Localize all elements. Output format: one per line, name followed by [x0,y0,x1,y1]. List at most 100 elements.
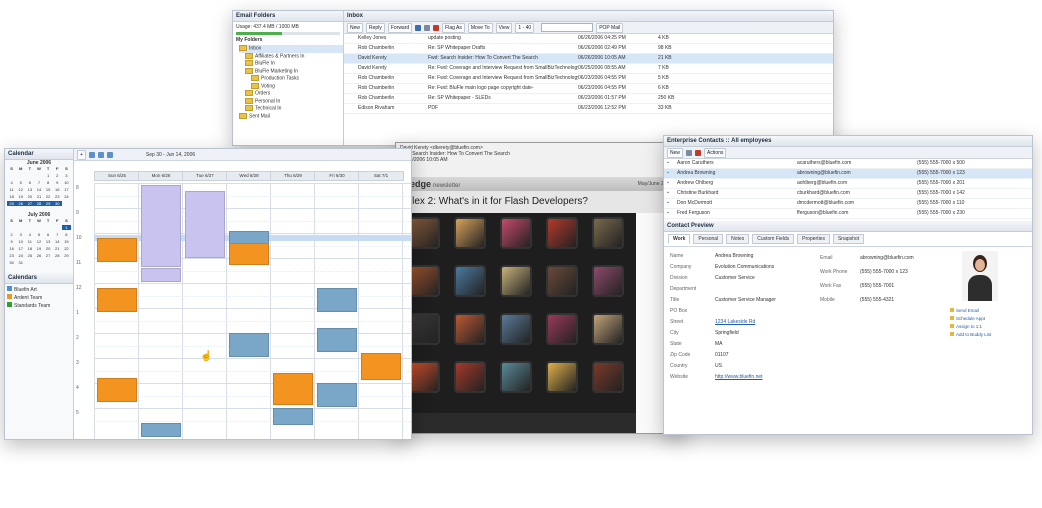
mini-day[interactable]: 3 [62,173,71,178]
newsletter-photo[interactable] [502,219,530,247]
message-row[interactable]: Rob Chamberlin Re: Fwd: Coverage and Inte… [344,74,833,84]
mini-day[interactable]: 10 [62,180,71,185]
calendar-event[interactable] [97,288,137,312]
mini-day[interactable]: 14 [53,239,62,244]
mini-day[interactable]: 24 [62,194,71,199]
message-row[interactable]: Kelley Jones update posting 06/26/2006 04:… [344,34,833,44]
mini-day[interactable]: 13 [44,239,53,244]
mini-day[interactable]: 24 [16,253,25,258]
mini-day[interactable]: 16 [7,246,16,251]
calendar-event[interactable] [361,353,401,380]
contact-row[interactable]: ▪ Don McDermott dmcdermott@bluefin.com (555… [664,199,1032,209]
actions-button[interactable]: Actions [704,147,727,158]
newsletter-photo[interactable] [594,315,622,343]
newsletter-photo[interactable] [548,267,576,295]
folder-item[interactable]: Technical In [239,105,343,113]
mini-day[interactable]: 27 [25,201,35,206]
contact-tab[interactable]: Properties [797,234,830,244]
contact-tab[interactable]: Personal [693,234,724,244]
contact-tab[interactable]: Custom Fields [752,234,795,244]
day-header[interactable]: Sun 6/25 [94,171,140,181]
mini-day[interactable]: 5 [16,180,25,185]
calendar-event[interactable] [141,268,181,282]
mini-day[interactable]: 15 [62,239,71,244]
mini-day[interactable]: 23 [53,194,62,199]
calendar-list-item[interactable]: Standards Team [7,302,71,310]
message-row[interactable]: Rob Chamberlin Re: Fwd: BluFle main logo … [344,84,833,94]
print-icon[interactable] [686,149,693,156]
folder-item[interactable]: Sent Mail [239,112,343,121]
newsletter-photo[interactable] [456,267,484,295]
day-header[interactable]: Thu 6/29 [270,171,316,181]
mini-day[interactable]: 23 [7,253,16,258]
calendar-event[interactable] [229,333,269,357]
newsletter-photo[interactable] [594,219,622,247]
email-toolbar-button[interactable]: Forward [387,22,413,33]
email-toolbar-button[interactable]: 1 - 40 [515,22,535,33]
newsletter-photo[interactable] [410,219,438,247]
folder-item[interactable]: BluFle In [239,60,343,68]
mini-day[interactable]: 28 [34,201,44,206]
new-appointment-button[interactable]: + [77,149,86,160]
day-header[interactable]: Wed 6/28 [226,171,272,181]
mini-day[interactable]: 13 [25,187,34,192]
mini-day[interactable]: 4 [7,180,16,185]
calendar-event[interactable] [273,373,313,405]
mini-day[interactable]: 8 [62,232,71,237]
folder-item[interactable]: Voting [239,82,343,91]
newsletter-photo[interactable] [548,363,576,391]
newsletter-photo[interactable] [594,363,622,391]
message-row[interactable]: Rob Chamberlin Re: SP Whitepaper - SLEDs 0… [344,94,833,104]
toolbar-icon[interactable] [415,24,422,31]
calendar-event[interactable] [317,328,357,352]
folder-item[interactable]: BluFle Marketing In [239,67,343,76]
mini-day[interactable]: 16 [53,187,62,192]
contact-row[interactable]: ▪ Andrew Ohlberg aohlberg@bluefin.com (555)… [664,179,1032,189]
mini-day[interactable]: 20 [25,194,34,199]
contact-tab[interactable]: Notes [726,234,750,244]
calendar-list-item[interactable]: Ardent Team [7,294,71,302]
search-input[interactable] [541,23,594,32]
day-header[interactable]: Tue 6/27 [182,171,228,181]
mini-day[interactable]: 7 [53,232,62,237]
mini-day[interactable]: 12 [34,239,43,244]
message-row[interactable]: David Kerety Re: Fwd: Coverage and Interv… [344,64,833,74]
mini-day[interactable]: 17 [16,246,25,251]
mini-day[interactable]: 29 [43,201,53,206]
contact-tab[interactable]: Work [668,234,691,244]
mini-day[interactable]: 1 [44,173,53,178]
calendar-event[interactable] [141,423,181,437]
calendar-event[interactable] [273,408,313,425]
mini-day[interactable]: 30 [52,201,62,206]
mini-day[interactable]: 19 [16,194,25,199]
mini-day[interactable]: 10 [16,239,25,244]
mini-day[interactable]: 18 [7,194,16,199]
calendar-event[interactable] [141,185,181,267]
email-toolbar-button[interactable]: POP Mail [596,22,624,33]
calendar-event[interactable] [97,378,137,402]
mini-day[interactable]: 22 [44,194,53,199]
mini-day[interactable]: 17 [62,187,71,192]
newsletter-photo[interactable] [456,219,484,247]
mini-day[interactable]: 21 [34,194,43,199]
mini-day[interactable]: 6 [25,180,34,185]
mini-day[interactable]: 8 [44,180,53,185]
message-row[interactable]: Edison Rivaham PDF 06/23/2006 12:52 PM 33 K… [344,104,833,114]
mini-day[interactable]: 22 [62,246,71,251]
contact-tab[interactable]: Snapshot [832,234,865,244]
mini-day[interactable]: 3 [16,232,25,237]
mini-day[interactable]: 26 [16,201,26,206]
email-toolbar-button[interactable]: Reply [366,22,385,33]
email-toolbar-button[interactable]: Flag As [442,22,465,33]
contact-action-link[interactable]: Schedule Appt [950,315,1010,323]
day-header[interactable]: Mon 6/26 [138,171,184,181]
calendar-event[interactable] [97,238,137,262]
folder-item[interactable]: Inbox [239,45,343,53]
toolbar-icon[interactable] [424,24,431,31]
field-value[interactable]: 1234 Lakeside Rd [715,317,755,328]
message-row[interactable]: David Kerety Fwd: Search Insider: How To … [344,54,833,64]
email-toolbar-button[interactable]: New [347,22,364,33]
mini-day[interactable]: 29 [62,253,71,258]
delete-icon[interactable] [695,149,702,156]
mini-day[interactable]: 7 [34,180,43,185]
